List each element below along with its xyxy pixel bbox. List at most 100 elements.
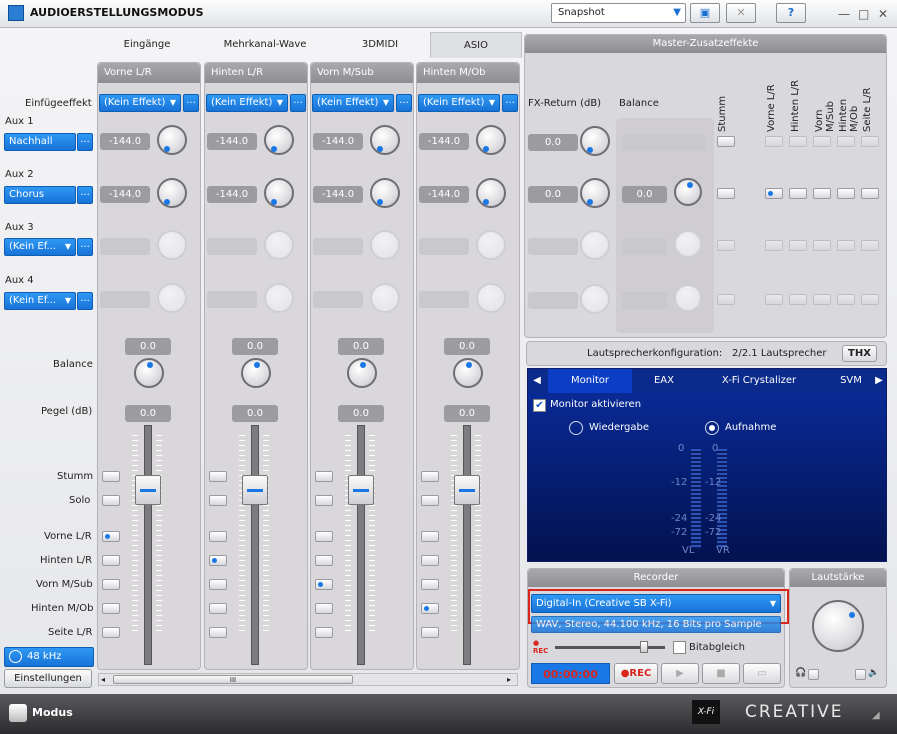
strip-route-button[interactable] (102, 603, 120, 614)
aux-send-knob[interactable] (264, 230, 294, 260)
strip-route-button[interactable] (102, 579, 120, 590)
aux-send-knob[interactable] (370, 125, 400, 155)
master-mute-button[interactable] (717, 294, 735, 305)
aux-send-knob[interactable] (370, 230, 400, 260)
strip-balance-knob[interactable] (453, 358, 483, 388)
master-route-button[interactable] (813, 294, 831, 305)
strip-level-value[interactable]: 0.0 (338, 405, 384, 422)
aux-send-value[interactable]: -144.0 (419, 133, 469, 150)
aux2-select[interactable]: Chorus (4, 186, 76, 204)
monitor-enable-checkbox[interactable]: ✔ (533, 399, 546, 412)
strip-mute-button[interactable] (102, 471, 120, 482)
fx-return-knob[interactable] (580, 284, 610, 314)
strip-route-button[interactable] (421, 555, 439, 566)
master-route-button[interactable] (765, 294, 783, 305)
strip-route-button[interactable] (315, 555, 333, 566)
scroll-left-icon[interactable]: ◂ (101, 675, 105, 684)
aux-send-knob[interactable] (264, 178, 294, 208)
tab-monitor[interactable]: Monitor (548, 369, 632, 393)
strip-route-button[interactable] (315, 579, 333, 590)
aux-send-value[interactable]: -144.0 (313, 186, 363, 203)
headphone-mute-button[interactable] (808, 669, 819, 680)
strip-route-button[interactable] (209, 531, 227, 542)
strip-fader-track[interactable] (144, 425, 152, 665)
tab-mehrkanal-wave[interactable]: Mehrkanal-Wave (205, 32, 325, 58)
aux1-select[interactable]: Nachhall (4, 133, 76, 151)
master-route-button[interactable] (789, 188, 807, 199)
master-mute-button[interactable] (717, 188, 735, 199)
strip-balance-value[interactable]: 0.0 (232, 338, 278, 355)
fx-return-value[interactable]: 0.0 (528, 134, 578, 151)
master-balance-knob[interactable] (674, 284, 702, 312)
tab-crystalizer[interactable]: X-Fi Crystalizer (704, 369, 814, 393)
tab-scroll-left-icon[interactable]: ◀ (530, 369, 544, 393)
strip-level-value[interactable]: 0.0 (232, 405, 278, 422)
aux-send-knob[interactable] (476, 178, 506, 208)
aux-send-knob[interactable] (157, 178, 187, 208)
save-snapshot-button[interactable]: ▣ (690, 3, 720, 23)
recorder-format-select[interactable]: WAV, Stereo, 44.100 kHz, 16 Bits pro Sam… (531, 616, 781, 633)
master-volume-knob[interactable] (812, 600, 864, 652)
record-button[interactable]: ●REC (614, 663, 658, 684)
strip-level-value[interactable]: 0.0 (125, 405, 171, 422)
strip-route-button[interactable] (102, 627, 120, 638)
strip-fader-handle[interactable] (454, 475, 480, 505)
strip-fader-handle[interactable] (348, 475, 374, 505)
fx-return-value[interactable] (528, 292, 578, 309)
tab-asio[interactable]: ASIO (430, 32, 522, 58)
scrollbar-thumb[interactable]: III (113, 675, 353, 684)
record-position-thumb[interactable] (640, 641, 648, 653)
strip-effect-select[interactable]: (Kein Effekt) ▼ (418, 94, 500, 112)
aux-send-value[interactable] (419, 238, 469, 255)
master-route-button[interactable] (765, 188, 783, 199)
fx-return-knob[interactable] (580, 126, 610, 156)
aux-send-knob[interactable] (157, 125, 187, 155)
tab-svm[interactable]: SVM (834, 369, 868, 393)
master-route-button[interactable] (837, 294, 855, 305)
speaker-mute-button[interactable] (855, 669, 866, 680)
aux-send-knob[interactable] (157, 230, 187, 260)
delete-snapshot-button[interactable]: ✕ (726, 3, 756, 23)
strip-route-button[interactable] (421, 531, 439, 542)
strip-solo-button[interactable] (102, 495, 120, 506)
resize-grip[interactable]: ◢ (872, 710, 880, 721)
master-route-button[interactable] (861, 188, 879, 199)
strip-route-button[interactable] (421, 579, 439, 590)
master-mute-button[interactable] (717, 240, 735, 251)
master-balance-value[interactable]: 0.0 (622, 186, 667, 203)
play-button[interactable]: ▶ (661, 663, 699, 684)
master-route-button[interactable] (861, 136, 879, 147)
aux-send-value[interactable] (100, 291, 150, 308)
master-balance-value[interactable] (622, 292, 667, 309)
aux-send-knob[interactable] (476, 283, 506, 313)
aux2-more-button[interactable]: ... (77, 186, 93, 204)
master-balance-value[interactable] (622, 238, 667, 255)
thx-button[interactable]: THX (842, 345, 877, 362)
master-route-button[interactable] (837, 188, 855, 199)
master-route-button[interactable] (813, 240, 831, 251)
fx-return-value[interactable]: 0.0 (528, 186, 578, 203)
master-route-button[interactable] (861, 294, 879, 305)
tab-eingaenge[interactable]: Eingänge (97, 32, 197, 58)
master-route-button[interactable] (789, 294, 807, 305)
tab-scroll-right-icon[interactable]: ▶ (872, 369, 886, 393)
strip-mute-button[interactable] (315, 471, 333, 482)
aux-send-knob[interactable] (264, 125, 294, 155)
aux-send-knob[interactable] (264, 283, 294, 313)
strip-effect-select[interactable]: (Kein Effekt) ▼ (312, 94, 394, 112)
aux3-select[interactable]: (Kein Ef... ▼ (4, 238, 76, 256)
strip-route-button[interactable] (209, 555, 227, 566)
tab-3dmidi[interactable]: 3DMIDI (330, 32, 430, 58)
minimize-button[interactable]: — (838, 7, 850, 21)
strip-effect-more-button[interactable]: ... (396, 94, 412, 112)
horizontal-scrollbar[interactable]: ◂ III ▸ (98, 673, 518, 686)
snapshot-dropdown[interactable]: Snapshot ▼ (551, 3, 686, 23)
strip-balance-knob[interactable] (134, 358, 164, 388)
strip-route-button[interactable] (315, 627, 333, 638)
aux-send-value[interactable] (207, 238, 257, 255)
strip-fader-track[interactable] (251, 425, 259, 665)
strip-solo-button[interactable] (315, 495, 333, 506)
aux-send-value[interactable] (313, 291, 363, 308)
aux-send-knob[interactable] (476, 125, 506, 155)
strip-route-button[interactable] (102, 555, 120, 566)
